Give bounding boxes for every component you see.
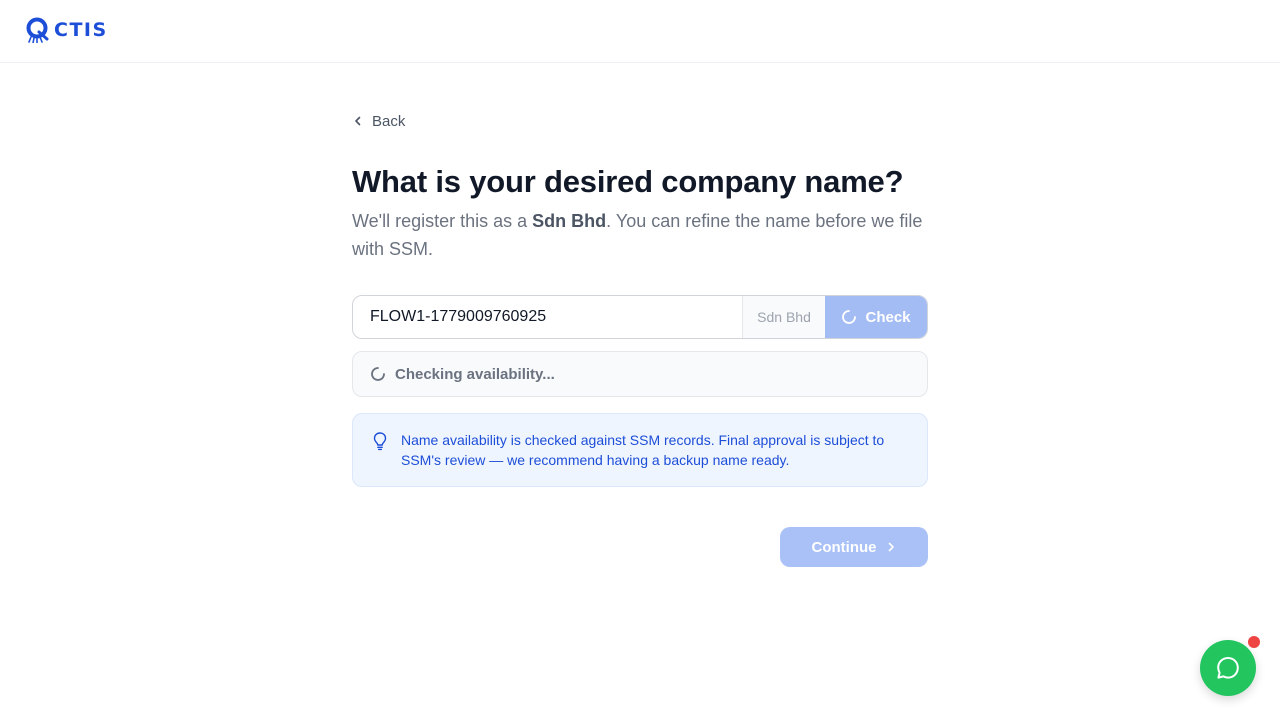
subtitle-text-before: We'll register this as a <box>352 211 533 231</box>
availability-status-text: Checking availability... <box>395 365 555 383</box>
back-link[interactable]: Back <box>352 110 405 132</box>
info-notice-text: Name availability is checked against SSM… <box>401 432 885 468</box>
subtitle-company-type: Sdn Bhd <box>532 211 607 231</box>
logo[interactable]: CTIS <box>25 17 108 43</box>
info-notice: Name availability is checked against SSM… <box>352 413 928 487</box>
chevron-left-icon <box>355 116 361 126</box>
company-name-input[interactable] <box>353 296 742 338</box>
company-name-field: Sdn Bhd Check <box>352 295 928 339</box>
continue-button-label: Continue <box>811 538 877 556</box>
logo-text: CTIS <box>54 19 108 41</box>
notification-badge <box>1248 636 1260 648</box>
page-title: What is your desired company name? <box>352 164 904 199</box>
check-button[interactable]: Check <box>825 296 927 338</box>
spinner-icon <box>371 367 385 381</box>
chat-bubble-icon <box>1217 657 1239 679</box>
octis-logo-icon <box>26 17 49 43</box>
back-label: Back <box>372 112 406 130</box>
availability-status: Checking availability... <box>352 351 928 397</box>
chevron-right-icon <box>888 542 894 552</box>
spinner-icon <box>842 310 857 324</box>
company-suffix: Sdn Bhd <box>742 296 825 338</box>
continue-button[interactable]: Continue <box>780 527 928 567</box>
lightbulb-icon <box>373 432 387 451</box>
chat-button[interactable] <box>1200 640 1256 696</box>
check-button-label: Check <box>865 308 911 326</box>
page-subtitle: We'll register this as a Sdn Bhd. You ca… <box>352 207 928 263</box>
top-bar: CTIS <box>0 0 1280 63</box>
